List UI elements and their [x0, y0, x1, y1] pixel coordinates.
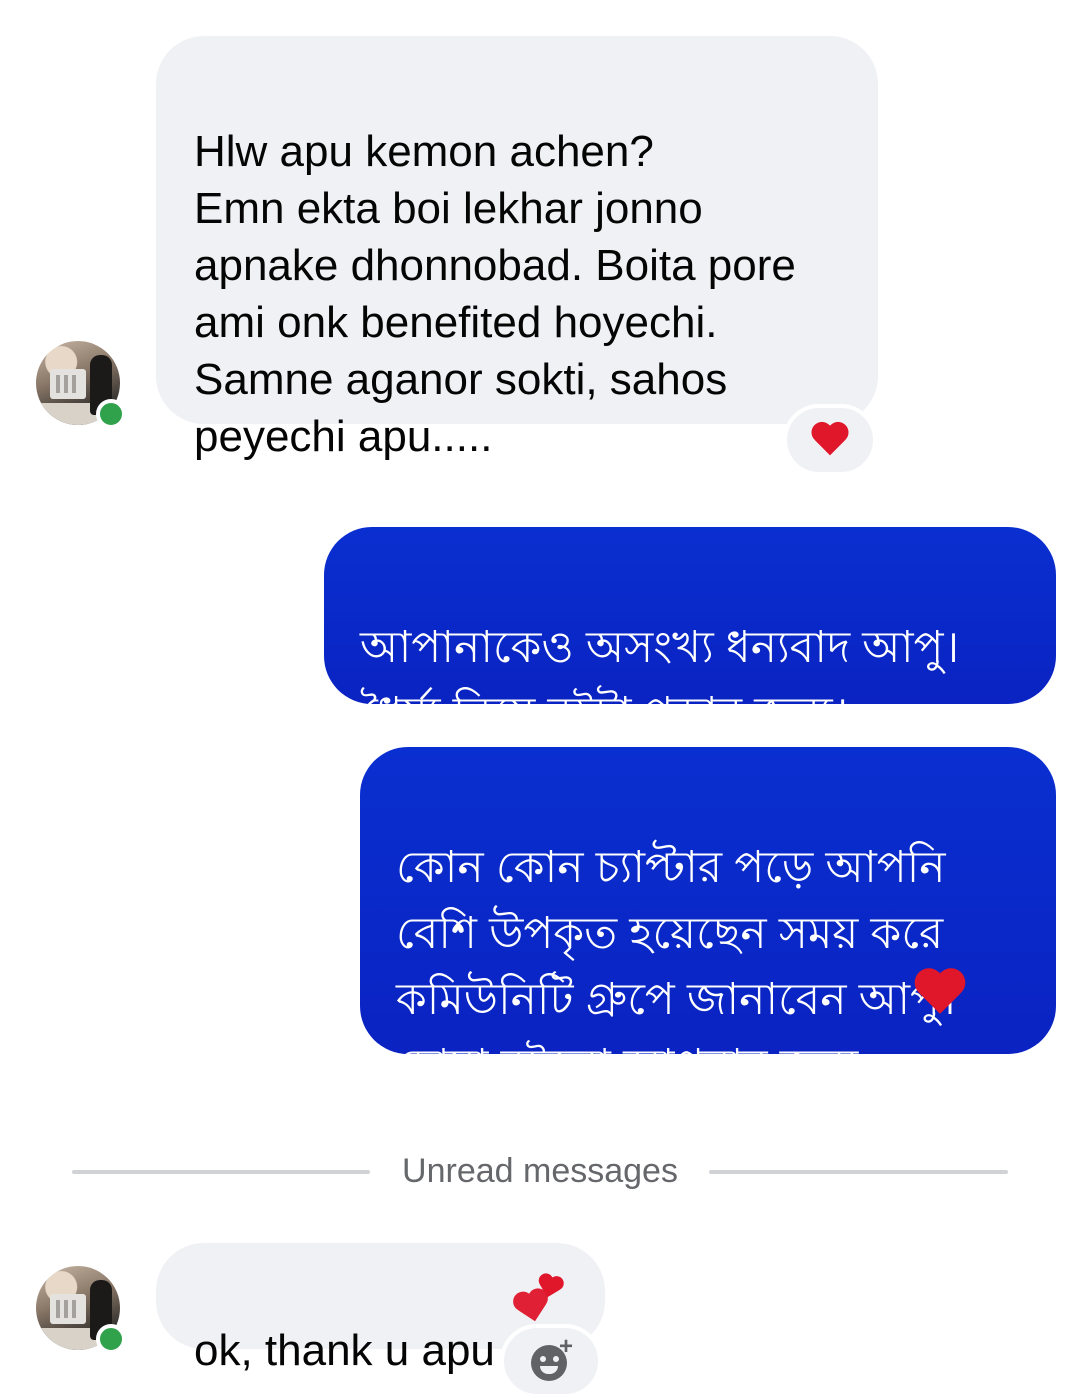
- contact-avatar[interactable]: [36, 1266, 126, 1354]
- add-reaction-button[interactable]: +: [500, 1324, 602, 1398]
- outgoing-message-bubble[interactable]: কোন কোন চ্যাপ্টার পড়ে আপনি বেশি উপকৃত হ…: [360, 747, 1056, 1090]
- incoming-message-bubble[interactable]: Hlw apu kemon achen? Emn ekta boi lekhar…: [156, 36, 878, 461]
- add-reaction-icon: +: [531, 1335, 573, 1381]
- heart-icon: [914, 970, 966, 1017]
- message-text: আপানাকেও অসংখ্য ধন্যবাদ আপু। ধৈর্য্য নিয…: [360, 623, 960, 738]
- divider-line-left: [72, 1170, 370, 1174]
- two-hearts-icon: [512, 1267, 572, 1323]
- unread-messages-label: Unread messages: [402, 1152, 678, 1190]
- heart-icon: [811, 423, 849, 457]
- message-text: Hlw apu kemon achen? Emn ekta boi lekhar…: [194, 127, 796, 461]
- message-text: ok, thank u apu: [194, 1326, 495, 1375]
- outgoing-message-bubble[interactable]: আপানাকেও অসংখ্য ধন্যবাদ আপু। ধৈর্য্য নিয…: [324, 527, 1056, 738]
- message-text: কোন কোন চ্যাপ্টার পড়ে আপনি বেশি উপকৃত হ…: [396, 843, 956, 1090]
- divider-line-right: [709, 1170, 1008, 1174]
- online-status-indicator: [96, 399, 126, 429]
- contact-avatar[interactable]: [36, 341, 126, 429]
- message-reaction[interactable]: [783, 404, 877, 476]
- online-status-indicator: [96, 1324, 126, 1354]
